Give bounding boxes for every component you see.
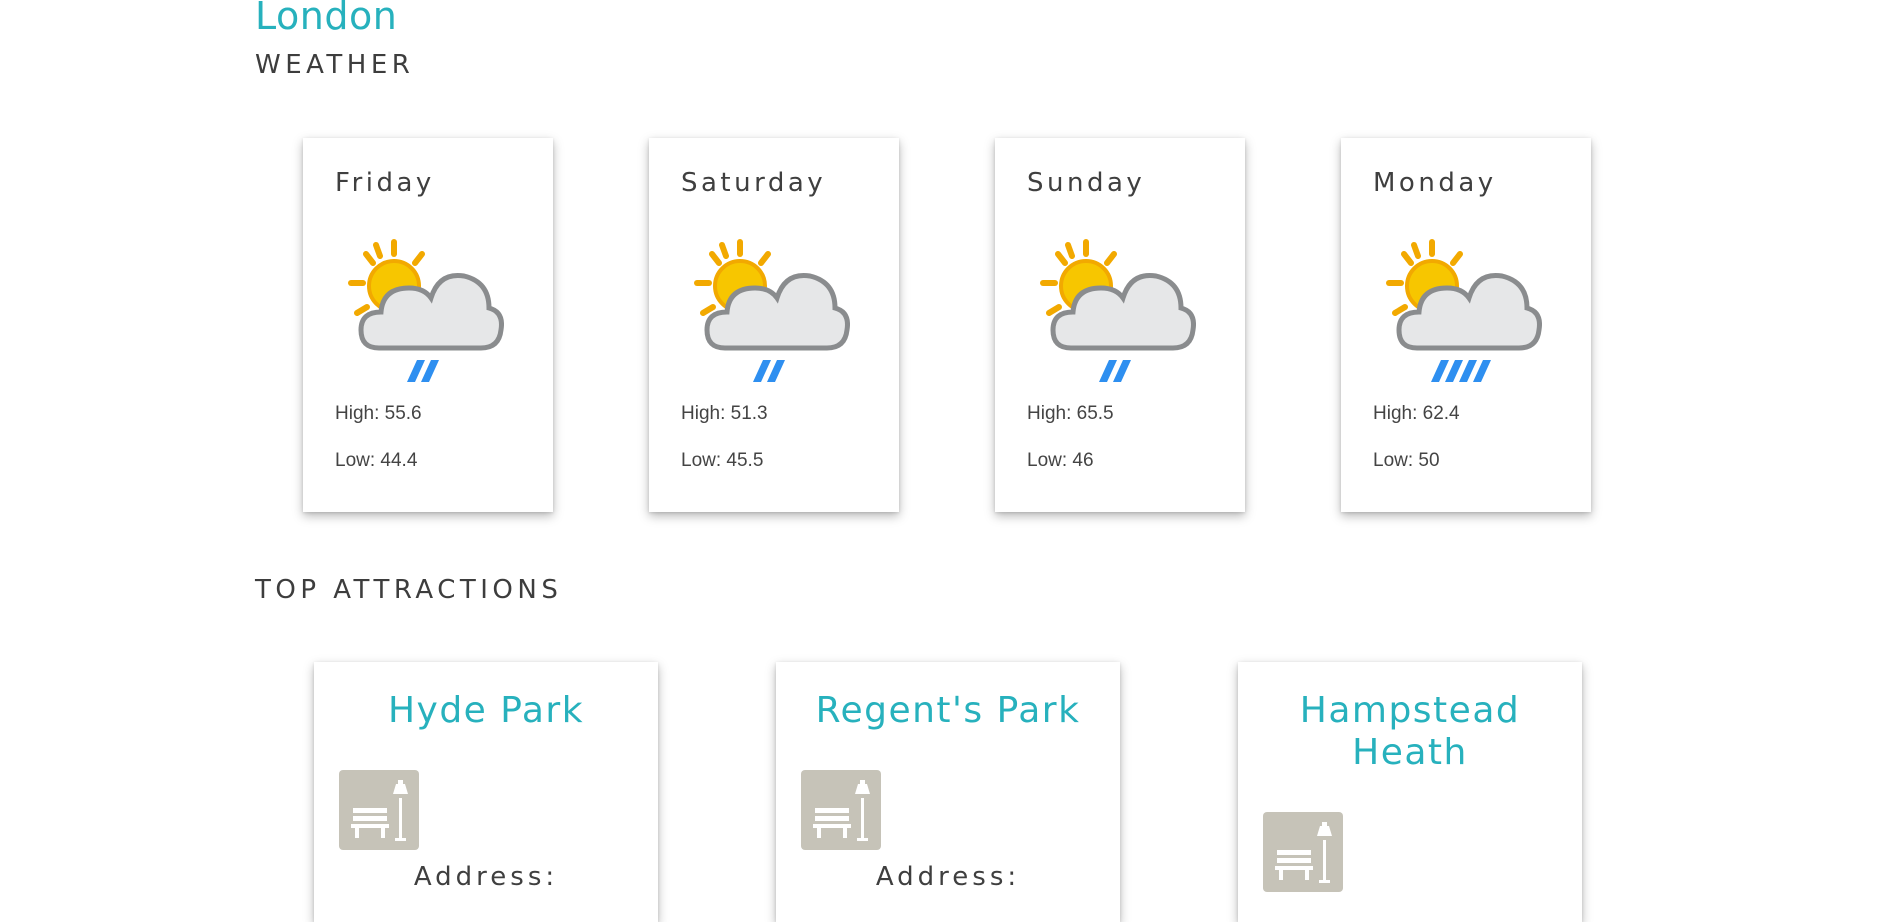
city-title: London <box>255 0 398 38</box>
address-label: Address: <box>875 862 1021 892</box>
partly-cloudy-light-rain-icon <box>694 239 850 382</box>
high-temperature: High: 51.3 <box>681 403 768 424</box>
partly-cloudy-light-rain-icon <box>348 239 504 382</box>
partly-cloudy-light-rain-icon <box>1040 239 1196 382</box>
weather-forecast: Friday High: 55.6 Low: 44.4 Saturday Hig… <box>303 138 1613 518</box>
attraction-card-hyde-park[interactable]: Hyde Park Address: <box>314 662 658 922</box>
park-bench-icon <box>339 770 419 850</box>
partly-cloudy-rain-icon <box>1386 239 1542 382</box>
weather-day: Sunday <box>1027 168 1146 198</box>
low-temperature: Low: 50 <box>1373 450 1440 471</box>
attraction-name[interactable]: Hampstead Heath <box>1238 690 1582 774</box>
weather-section-title: WEATHER <box>255 50 415 80</box>
park-bench-icon <box>1263 812 1343 892</box>
attractions-list: Hyde Park Address: Regent's Park Address… <box>314 662 1614 922</box>
park-bench-icon <box>801 770 881 850</box>
attraction-card-regents-park[interactable]: Regent's Park Address: <box>776 662 1120 922</box>
weather-card-saturday: Saturday High: 51.3 Low: 45.5 <box>649 138 899 512</box>
weather-card-friday: Friday High: 55.6 Low: 44.4 <box>303 138 553 512</box>
weather-day: Saturday <box>681 168 827 198</box>
attraction-name[interactable]: Regent's Park <box>776 690 1120 732</box>
high-temperature: High: 65.5 <box>1027 403 1114 424</box>
attraction-card-hampstead-heath[interactable]: Hampstead Heath <box>1238 662 1582 922</box>
attractions-section-title: TOP ATTRACTIONS <box>255 575 563 605</box>
weather-card-monday: Monday High: 62.4 Low: 50 <box>1341 138 1591 512</box>
attraction-name[interactable]: Hyde Park <box>314 690 658 732</box>
low-temperature: Low: 45.5 <box>681 450 764 471</box>
high-temperature: High: 62.4 <box>1373 403 1460 424</box>
weather-card-sunday: Sunday High: 65.5 Low: 46 <box>995 138 1245 512</box>
weather-day: Monday <box>1373 168 1497 198</box>
low-temperature: Low: 44.4 <box>335 450 418 471</box>
weather-day: Friday <box>335 168 435 198</box>
low-temperature: Low: 46 <box>1027 450 1094 471</box>
address-label: Address: <box>413 862 559 892</box>
high-temperature: High: 55.6 <box>335 403 422 424</box>
